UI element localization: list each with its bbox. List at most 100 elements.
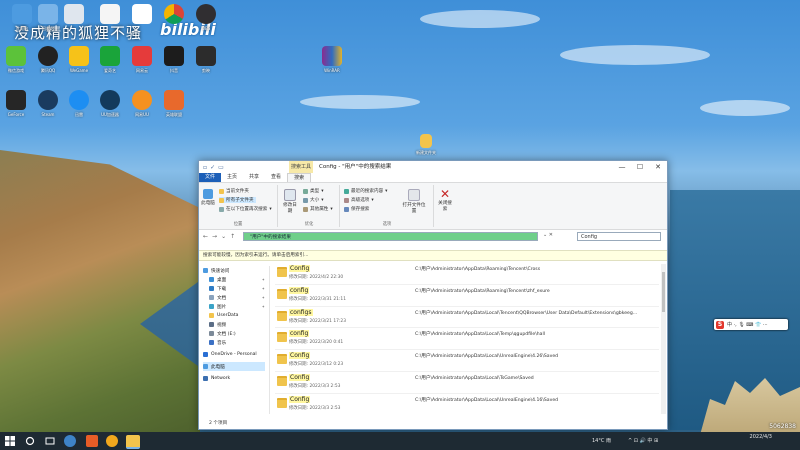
nav-item-onedrive[interactable]: OneDrive - Personal — [203, 350, 265, 359]
tab-search[interactable]: 搜索 — [287, 173, 312, 182]
nav-item-userdata[interactable]: UserData — [203, 311, 265, 320]
size-dropdown[interactable]: 大小 ▾ — [303, 197, 324, 203]
cloud — [300, 95, 420, 109]
nav-item-documents[interactable]: 文档 ✦ — [203, 293, 265, 302]
editor-icon — [196, 46, 216, 66]
date-modified-button[interactable]: 修改日期 — [282, 189, 298, 214]
refresh-button[interactable]: ⌄ ✕ — [543, 232, 573, 241]
chevron-down-icon[interactable]: ⌄ — [221, 233, 226, 240]
tab-share[interactable]: 共享 — [243, 173, 265, 182]
other-properties-dropdown[interactable]: 其他属性 ▾ — [303, 206, 333, 212]
pane-divider[interactable] — [269, 266, 270, 414]
taskbar-app[interactable] — [106, 435, 118, 447]
nav-item-videos[interactable]: 视频 — [203, 320, 265, 329]
this-pc-button[interactable]: 此电脑 — [201, 189, 215, 206]
list-item[interactable]: Config 修改日期: 2022/4/2 22:30 C:\用户\Administ… — [275, 263, 659, 285]
forward-arrow-icon[interactable]: → — [212, 233, 217, 240]
quick-access-button[interactable]: ▫ — [203, 164, 207, 171]
nav-item-desktop[interactable]: 桌面 ✦ — [203, 275, 265, 284]
desktop-icon-lol[interactable]: 英雄联盟 — [152, 90, 196, 118]
music-icon — [209, 340, 214, 345]
list-item[interactable]: Config 修改日期: 2022/3/12 0:23 C:\用户\Administ… — [275, 350, 659, 372]
quick-access-button[interactable]: ▭ — [218, 164, 224, 171]
weather-widget[interactable]: 14°C 雨 — [592, 432, 611, 450]
taskbar-app[interactable] — [86, 435, 98, 447]
search-button[interactable] — [24, 435, 36, 447]
game-icon — [6, 46, 26, 66]
close-button[interactable]: ✕ — [649, 161, 667, 173]
up-arrow-icon[interactable]: ↑ — [230, 233, 235, 240]
current-folder-button[interactable]: 当前文件夹 — [219, 188, 249, 194]
search-icon — [25, 436, 35, 446]
navigation-pane: 快速访问 桌面 ✦ 下载 ✦ 文档 ✦ 图片 ✦ UserData 视频 文档 (E:)… — [203, 266, 265, 414]
list-item[interactable]: config 修改日期: 2022/3/20 0:41 C:\用户\Administ… — [275, 328, 659, 351]
back-arrow-icon[interactable]: ← — [203, 233, 208, 240]
open-file-location-button[interactable]: 打开文件位置 — [401, 189, 427, 214]
ribbon-group-refine: 修改日期 类型 ▾ 大小 ▾ 其他属性 ▾ 优化 — [279, 185, 340, 227]
nav-item-this-pc[interactable]: 此电脑 — [203, 362, 265, 371]
nav-item-pictures[interactable]: 图片 ✦ — [203, 302, 265, 311]
nav-item-quick-access[interactable]: 快速访问 — [203, 266, 265, 275]
group-label-options: 选项 — [382, 222, 392, 227]
nav-item-drive-e[interactable]: 文档 (E:) — [203, 329, 265, 338]
pin-icon: ✦ — [261, 304, 265, 309]
scrollbar-thumb[interactable] — [662, 272, 665, 312]
nav-item-network[interactable]: Network — [203, 374, 265, 383]
calendar-icon — [284, 189, 296, 201]
all-subfolders-button[interactable]: 所有子文件夹 — [219, 197, 256, 203]
list-item[interactable]: Config 修改日期: 2022/3/3 2:53 C:\用户\Administr… — [275, 372, 659, 394]
minimize-button[interactable]: — — [613, 161, 631, 173]
tab-file[interactable]: 文件 — [199, 173, 222, 182]
tab-view[interactable]: 查看 — [265, 173, 287, 182]
list-item[interactable]: Config 修改日期: 2022/3/3 2:53 C:\用户\Administr… — [275, 394, 659, 413]
desktop-icon-winrar[interactable]: WinRAR — [310, 46, 354, 73]
folder-icon — [219, 188, 224, 194]
desktop-icon-jianying[interactable]: 剪映 — [184, 46, 228, 74]
taskbar-app-browser[interactable] — [64, 435, 76, 447]
quick-access-button[interactable]: ✓ — [210, 164, 215, 171]
douyin-icon — [164, 46, 184, 66]
close-search-button[interactable]: ✕ 关闭搜索 — [437, 188, 453, 212]
chrome-icon — [164, 4, 184, 24]
save-search-button[interactable]: 保存搜索 — [344, 206, 369, 212]
archive-icon — [322, 46, 342, 66]
obs-icon — [196, 4, 216, 24]
advanced-options-dropdown[interactable]: 高级选项 ▾ — [344, 197, 374, 203]
vertical-scrollbar[interactable] — [661, 264, 666, 414]
kind-dropdown[interactable]: 类型 ▾ — [303, 188, 324, 194]
search-results-list: Config 修改日期: 2022/4/2 22:30 C:\用户\Administ… — [275, 263, 659, 413]
index-info-bar[interactable]: 搜索可能较慢，因为索引未运行。请单击启用索引... — [199, 250, 667, 261]
desktop-icon-folder[interactable]: 新建文件夹 — [404, 134, 448, 156]
size-icon — [303, 197, 308, 203]
desktop-icon — [209, 277, 214, 282]
start-button[interactable] — [4, 435, 16, 447]
desktop-icon-obs[interactable]: OBS — [184, 4, 228, 31]
pin-icon: ✦ — [261, 295, 265, 300]
computer-icon — [203, 364, 208, 369]
recent-searches-dropdown[interactable]: 最近的搜索内容 ▾ — [344, 188, 387, 194]
taskbar: 14°C 雨 ^ ⊡ 🔊 中 ⊞ 2022/4/3 — [0, 432, 800, 450]
save-icon — [344, 206, 349, 212]
address-bar[interactable]: "用户"中的搜索结果 — [243, 232, 538, 241]
app-icon — [64, 4, 84, 24]
system-tray[interactable]: ^ ⊡ 🔊 中 ⊞ — [628, 432, 658, 450]
list-item[interactable]: config 修改日期: 2022/3/31 21:11 C:\用户\Adminis… — [275, 285, 659, 307]
nav-item-music[interactable]: 音乐 — [203, 338, 265, 347]
explorer-window: ▫ ✓ ▭ 搜索工具 Config - "用户"中的搜索结果 — ☐ ✕ 文件 … — [198, 160, 668, 430]
list-item[interactable]: configs 修改日期: 2022/3/21 17:23 C:\用户\Admini… — [275, 307, 659, 329]
task-view-button[interactable] — [44, 435, 56, 447]
search-again-button[interactable]: 在以下位置再次搜索 ▾ — [219, 206, 272, 212]
nav-item-downloads[interactable]: 下载 ✦ — [203, 284, 265, 293]
search-input[interactable]: Config — [577, 232, 661, 241]
cloud — [560, 45, 710, 65]
taskbar-file-explorer[interactable] — [126, 435, 140, 449]
network-icon — [203, 376, 208, 381]
pin-icon: ✦ — [261, 286, 265, 291]
ribbon-tabs: 文件 主页 共享 查看 搜索 — [199, 173, 667, 182]
tab-home[interactable]: 主页 — [221, 173, 243, 182]
open-folder-icon — [408, 189, 420, 201]
maximize-button[interactable]: ☐ — [631, 161, 649, 173]
search-tools-context-tab: 搜索工具 — [289, 161, 313, 173]
ime-toolbar[interactable]: S 中 ·, 🎙 ⌨ 👕 ⋯ — [714, 319, 788, 330]
clock[interactable]: 2022/4/3 — [750, 434, 772, 441]
